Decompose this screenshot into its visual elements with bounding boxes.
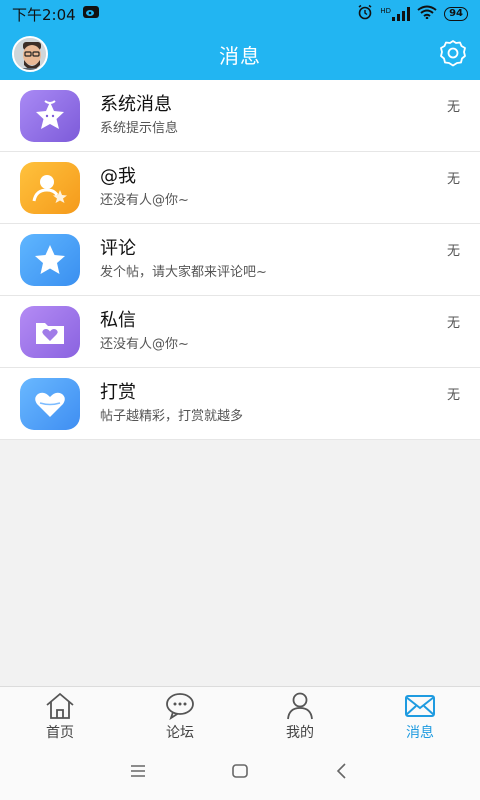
envelope-icon [405, 694, 435, 717]
tab-home[interactable]: 首页 [0, 687, 120, 746]
page-title: 消息 [219, 43, 261, 68]
status-time: 下午2:04 [12, 5, 76, 24]
status-bar: 下午2:04 HD 94 [0, 0, 480, 28]
message-subtitle: 发个帖，请大家都来评论吧~ [100, 264, 267, 280]
message-title: 私信 [100, 309, 136, 331]
message-item-mention[interactable]: @我 还没有人@你~ 无 [0, 152, 480, 224]
menu-icon[interactable] [127, 760, 149, 786]
user-star-icon [20, 161, 80, 214]
message-title: 评论 [100, 237, 136, 259]
system-nav-bar [0, 746, 480, 800]
star-bubble-icon [20, 233, 80, 286]
star-mascot-icon [20, 89, 80, 142]
tab-label: 首页 [46, 724, 74, 741]
avatar[interactable] [12, 36, 48, 72]
message-item-reward[interactable]: 打赏 帖子越精彩，打赏就越多 无 [0, 368, 480, 440]
message-title: 系统消息 [100, 93, 172, 115]
tab-mine[interactable]: 我的 [240, 687, 360, 746]
home-icon [46, 692, 74, 719]
message-state: 无 [446, 100, 460, 115]
message-subtitle: 帖子越精彩，打赏就越多 [100, 408, 244, 424]
chat-bubble-icon [166, 692, 194, 720]
tab-messages[interactable]: 消息 [360, 687, 480, 746]
back-chevron-icon[interactable] [331, 760, 353, 786]
message-state: 无 [446, 244, 460, 259]
message-state: 无 [446, 388, 460, 403]
home-square-icon[interactable] [229, 760, 251, 786]
message-list: 系统消息 系统提示信息 无 @我 还没有人@你~ 无 评论 发个帖，请大家都来评… [0, 80, 480, 440]
tab-forum[interactable]: 论坛 [120, 687, 240, 746]
battery-indicator: 94 [444, 7, 468, 21]
bottom-tab-bar: 首页 论坛 我的 消息 [0, 686, 480, 746]
message-subtitle: 还没有人@你~ [100, 336, 189, 352]
tab-label: 论坛 [166, 724, 194, 741]
message-item-private[interactable]: 私信 还没有人@你~ 无 [0, 296, 480, 368]
weibo-icon [82, 5, 100, 23]
message-item-system[interactable]: 系统消息 系统提示信息 无 [0, 80, 480, 152]
tab-label: 我的 [286, 724, 314, 741]
message-title: 打赏 [100, 381, 136, 403]
message-subtitle: 还没有人@你~ [100, 192, 189, 208]
settings-gear-icon[interactable] [438, 38, 468, 68]
heart-folder-icon [20, 305, 80, 358]
tab-label: 消息 [406, 724, 434, 741]
message-subtitle: 系统提示信息 [100, 120, 179, 136]
wifi-icon [417, 5, 437, 23]
hd-label: HD [380, 7, 392, 15]
app-header: 消息 [0, 28, 480, 80]
signal-icon: HD [380, 7, 411, 21]
message-title: @我 [100, 165, 136, 187]
heart-icon [20, 377, 80, 430]
message-item-comment[interactable]: 评论 发个帖，请大家都来评论吧~ 无 [0, 224, 480, 296]
alarm-icon [357, 4, 373, 24]
message-state: 无 [446, 316, 460, 331]
message-state: 无 [446, 172, 460, 187]
person-icon [287, 692, 313, 719]
